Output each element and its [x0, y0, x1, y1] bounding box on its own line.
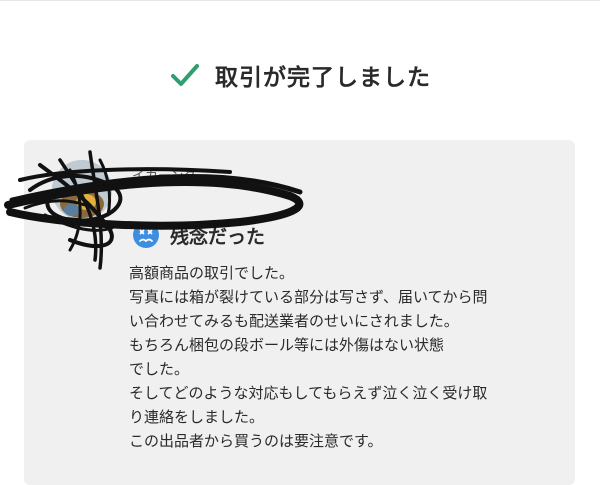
comment-line: もちろん梱包の段ボール等には外傷はない状態	[129, 336, 445, 354]
comment-line: 写真には箱が裂けている部分は写さず、届いてから問	[129, 288, 488, 306]
rating-label: 残念だった	[170, 225, 266, 248]
transaction-status: 取引が完了しました	[0, 58, 600, 92]
checkmark-icon	[169, 59, 201, 91]
reviewer-name[interactable]: イカーング	[132, 165, 196, 184]
rating: 残念だった	[132, 221, 265, 249]
review-comment: 高額商品の取引でした。 写真には箱が裂けている部分は写さず、届いてから問 い合わ…	[129, 261, 559, 453]
sad-face-icon	[132, 221, 160, 249]
comment-line: 高額商品の取引でした。	[129, 264, 295, 282]
comment-line: この出品者から買うのは要注意です。	[129, 432, 383, 450]
comment-line: でした。	[129, 360, 190, 378]
review-card: イカーング 残念だった 高額商品の取引でした。 写真には箱が裂けている部分は写さ…	[24, 140, 575, 485]
comment-line: い合わせてみるも配送業者のせいにされました。	[129, 312, 459, 330]
comment-line: そしてどのような対応もしてもらえず泣く泣く受け取	[129, 384, 488, 402]
comment-line: り連絡をしました。	[129, 408, 265, 426]
reviewer-avatar-wrapper[interactable]	[52, 160, 122, 226]
top-divider	[0, 0, 600, 1]
status-title: 取引が完了しました	[215, 65, 431, 91]
avatar[interactable]	[52, 160, 112, 220]
